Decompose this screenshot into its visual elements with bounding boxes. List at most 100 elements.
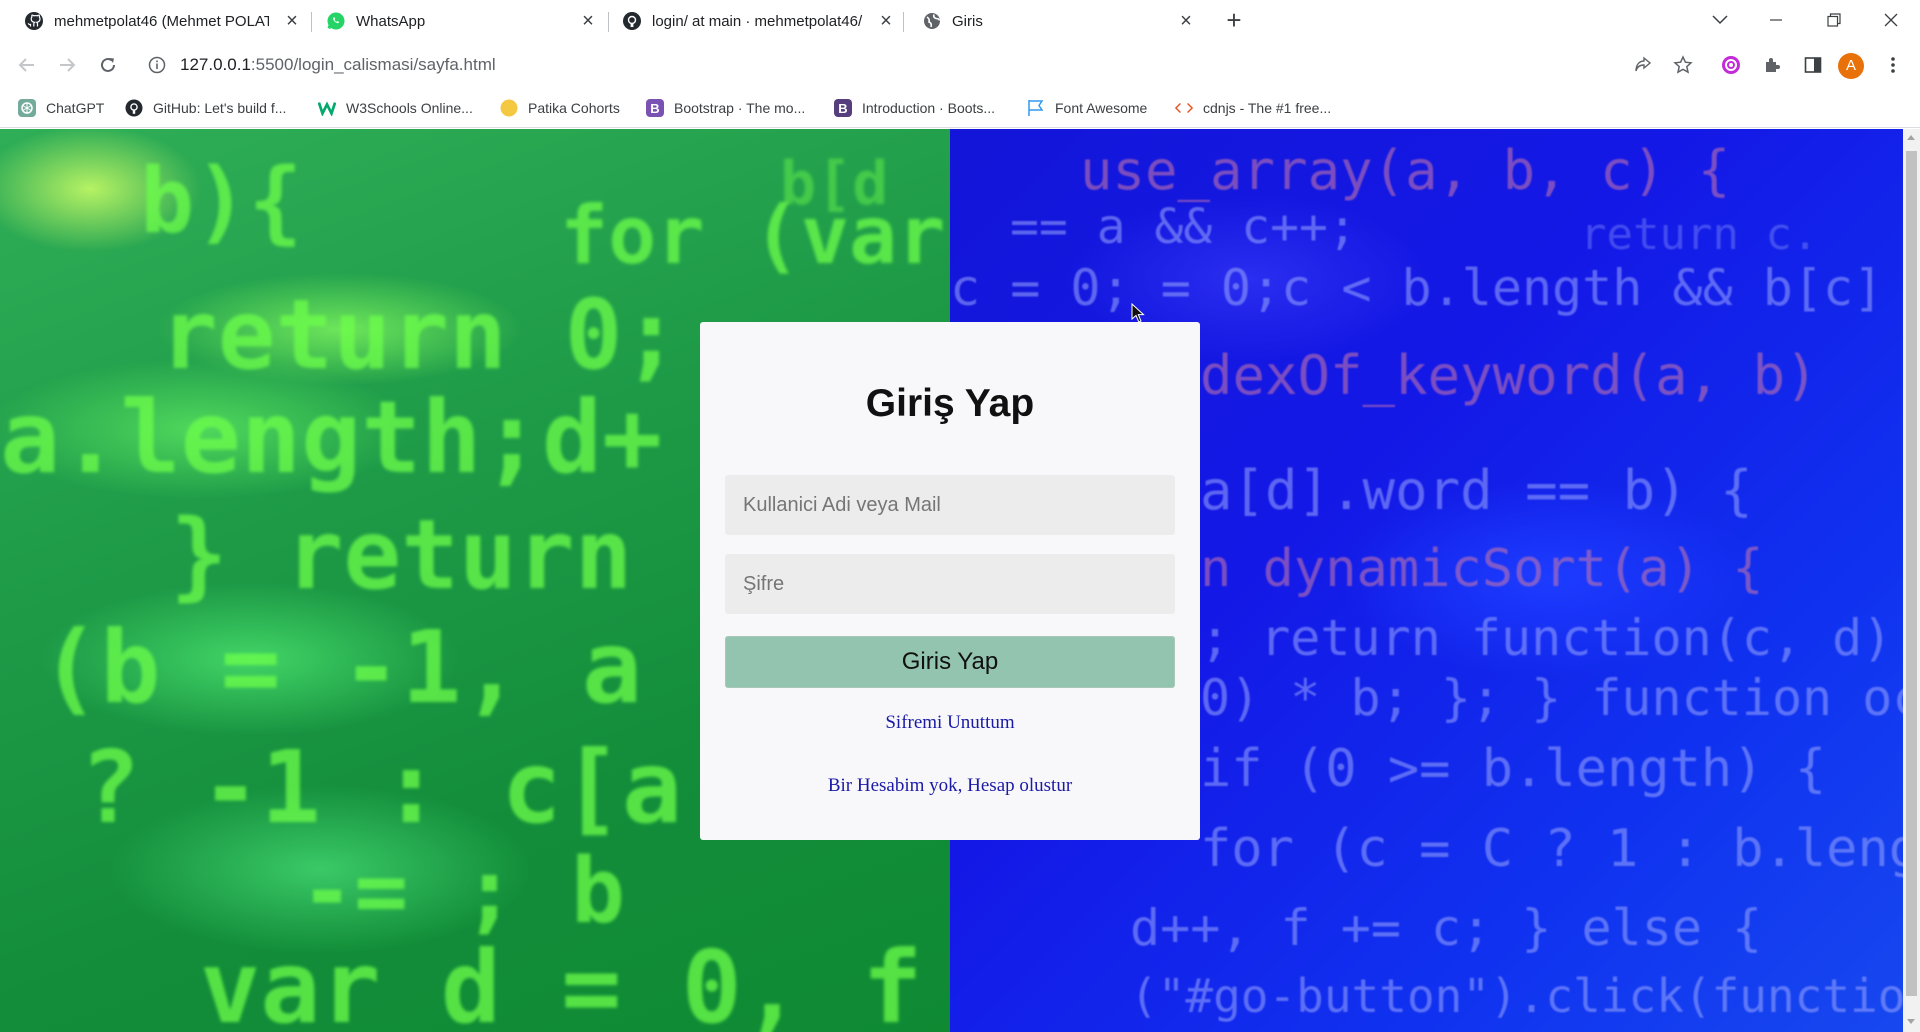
globe-icon: [922, 11, 942, 31]
reload-icon[interactable]: [95, 52, 121, 78]
back-arrow-icon[interactable]: [14, 52, 40, 78]
background-code-text: d++, f += c; } else {: [1130, 899, 1763, 957]
github-icon: [622, 11, 642, 31]
background-code-text: return 0;: [160, 279, 681, 391]
login-card: Giriş Yap Giris Yap Sifremi Unuttum Bir …: [700, 322, 1200, 840]
bookmark-label: Introduction · Boots...: [862, 100, 996, 116]
background-code-text: return c.: [1580, 209, 1819, 260]
menu-kebab-icon[interactable]: [1880, 52, 1906, 78]
scroll-down-arrow-icon[interactable]: [1907, 1019, 1915, 1024]
address-bar[interactable]: 127.0.0.1:5500/login_calismasi/sayfa.htm…: [148, 52, 496, 78]
share-icon[interactable]: [1630, 52, 1656, 78]
tab-divider: [903, 12, 904, 32]
bookmark-label: ChatGPT: [46, 100, 105, 116]
chatgpt-icon: [18, 99, 36, 117]
scroll-up-arrow-icon[interactable]: [1907, 135, 1915, 140]
bookmark-bootstrap-intro[interactable]: B Introduction · Boots...: [834, 96, 995, 120]
code-icon: [1175, 99, 1193, 117]
close-icon[interactable]: ×: [282, 11, 302, 31]
password-input[interactable]: [725, 554, 1175, 614]
background-code-text: var d = 0, f: [200, 929, 923, 1032]
github-icon: [125, 99, 143, 117]
bookmark-github[interactable]: GitHub: Let's build f...: [125, 96, 286, 120]
flag-icon: [1027, 99, 1045, 117]
background-code-text: b[d: [780, 149, 889, 219]
tab-divider: [608, 12, 609, 32]
bookmark-label: cdnjs - The #1 free...: [1203, 100, 1332, 116]
extensions-puzzle-icon[interactable]: [1759, 52, 1785, 78]
background-code-text: ? -1 : c[a: [80, 729, 683, 846]
background-code-text: b){: [140, 149, 303, 254]
background-code-text: ("#go-button").click(function(): [1130, 969, 1903, 1023]
background-code-text: } return: [170, 499, 633, 611]
tab-title: WhatsApp: [356, 12, 426, 30]
page-viewport: b){ for (var b[d return 0; a.length;d+ }…: [0, 129, 1903, 1032]
page-title: Giriş Yap: [865, 382, 1035, 425]
forgot-password-link[interactable]: Sifremi Unuttum: [700, 712, 1200, 734]
close-icon[interactable]: ×: [1176, 11, 1196, 31]
bootstrap-icon: B: [646, 99, 664, 117]
svg-text:B: B: [838, 101, 847, 116]
tab-title: login/ at main · mehmetpolat46/: [652, 12, 863, 30]
bookmark-label: GitHub: Let's build f...: [153, 100, 287, 116]
tab-title: mehmetpolat46 (Mehmet POLAT): [54, 12, 269, 30]
login-button[interactable]: Giris Yap: [725, 636, 1175, 688]
new-tab-plus-icon[interactable]: +: [1222, 7, 1246, 33]
url-path: :5500/login_calismasi/sayfa.html: [250, 55, 496, 74]
url-host: 127.0.0.1: [180, 55, 251, 74]
w3schools-icon: [318, 99, 336, 117]
tab-divider: [311, 12, 312, 32]
bookmark-chatgpt[interactable]: ChatGPT: [18, 96, 104, 120]
bookmark-label: Bootstrap · The mo...: [674, 100, 806, 116]
background-code-text: a.length;d+: [0, 379, 663, 496]
close-icon[interactable]: ×: [876, 11, 896, 31]
background-code-text: == a && c++;: [1010, 199, 1357, 255]
side-panel-icon[interactable]: [1800, 52, 1826, 78]
bookmark-label: Font Awesome: [1055, 100, 1148, 116]
background-code-text: -= ; b: [300, 839, 626, 944]
vertical-scrollbar[interactable]: [1903, 129, 1920, 1032]
profile-avatar[interactable]: A: [1838, 53, 1864, 79]
forward-arrow-icon[interactable]: [54, 52, 80, 78]
username-input[interactable]: [725, 475, 1175, 535]
background-code-text: (b = -1, a: [40, 609, 643, 726]
bootstrap-icon: B: [834, 99, 852, 117]
bookmark-patika[interactable]: Patika Cohorts: [500, 96, 620, 120]
bookmark-w3schools[interactable]: W3Schools Online...: [318, 96, 473, 120]
browser-toolbar: 127.0.0.1:5500/login_calismasi/sayfa.htm…: [0, 42, 1920, 88]
create-account-link[interactable]: Bir Hesabim yok, Hesap olustur: [700, 775, 1200, 797]
background-code-text: use_array(a, b, c) {: [1080, 139, 1731, 202]
tab-whatsapp[interactable]: WhatsApp ×: [326, 0, 600, 42]
background-code-text: for (c = C ? 1 : b.length;;): [1200, 819, 1903, 879]
scrollbar-thumb[interactable]: [1906, 151, 1917, 996]
tab-strip: mehmetpolat46 (Mehmet POLAT) × WhatsApp …: [0, 0, 1920, 42]
whatsapp-icon: [326, 11, 346, 31]
mouse-cursor-icon: [1131, 302, 1145, 328]
bookmark-label: W3Schools Online...: [346, 100, 473, 116]
tab-search-chevron-down-icon[interactable]: [1706, 6, 1734, 34]
github-icon: [24, 11, 44, 31]
minimize-icon[interactable]: [1762, 6, 1790, 34]
background-code-text: if (0 >= b.length) {: [1200, 739, 1827, 799]
bookmark-star-icon[interactable]: [1670, 52, 1696, 78]
background-code-text: a[d].word == b) {: [1200, 459, 1753, 522]
tab-github-profile[interactable]: mehmetpolat46 (Mehmet POLAT) ×: [24, 0, 304, 42]
svg-text:B: B: [650, 101, 659, 116]
bookmark-label: Patika Cohorts: [528, 100, 620, 116]
tab-title: Giris: [952, 12, 983, 30]
bookmarks-bar: ChatGPT GitHub: Let's build f... W3Schoo…: [0, 88, 1920, 128]
close-icon[interactable]: ×: [578, 11, 598, 31]
extension-purple-icon[interactable]: [1718, 52, 1744, 78]
background-code-text: c = 0; = 0;c < b.length && b[c]: [950, 259, 1884, 317]
background-code-text: for (var: [560, 189, 946, 282]
bookmark-bootstrap[interactable]: B Bootstrap · The mo...: [646, 96, 805, 120]
info-icon[interactable]: [148, 56, 166, 74]
background-code-text: dexOf_keyword(a, b): [1200, 344, 1818, 407]
background-code-text: 0) * b; }; } function occurrence: [1200, 669, 1903, 727]
restore-icon[interactable]: [1820, 6, 1848, 34]
tab-giris-active[interactable]: Giris ×: [922, 0, 1198, 42]
tab-github-login[interactable]: login/ at main · mehmetpolat46/ ×: [622, 0, 898, 42]
bookmark-font-awesome[interactable]: Font Awesome: [1027, 96, 1147, 120]
bookmark-cdnjs[interactable]: cdnjs - The #1 free...: [1175, 96, 1331, 120]
close-window-icon[interactable]: [1877, 6, 1905, 34]
